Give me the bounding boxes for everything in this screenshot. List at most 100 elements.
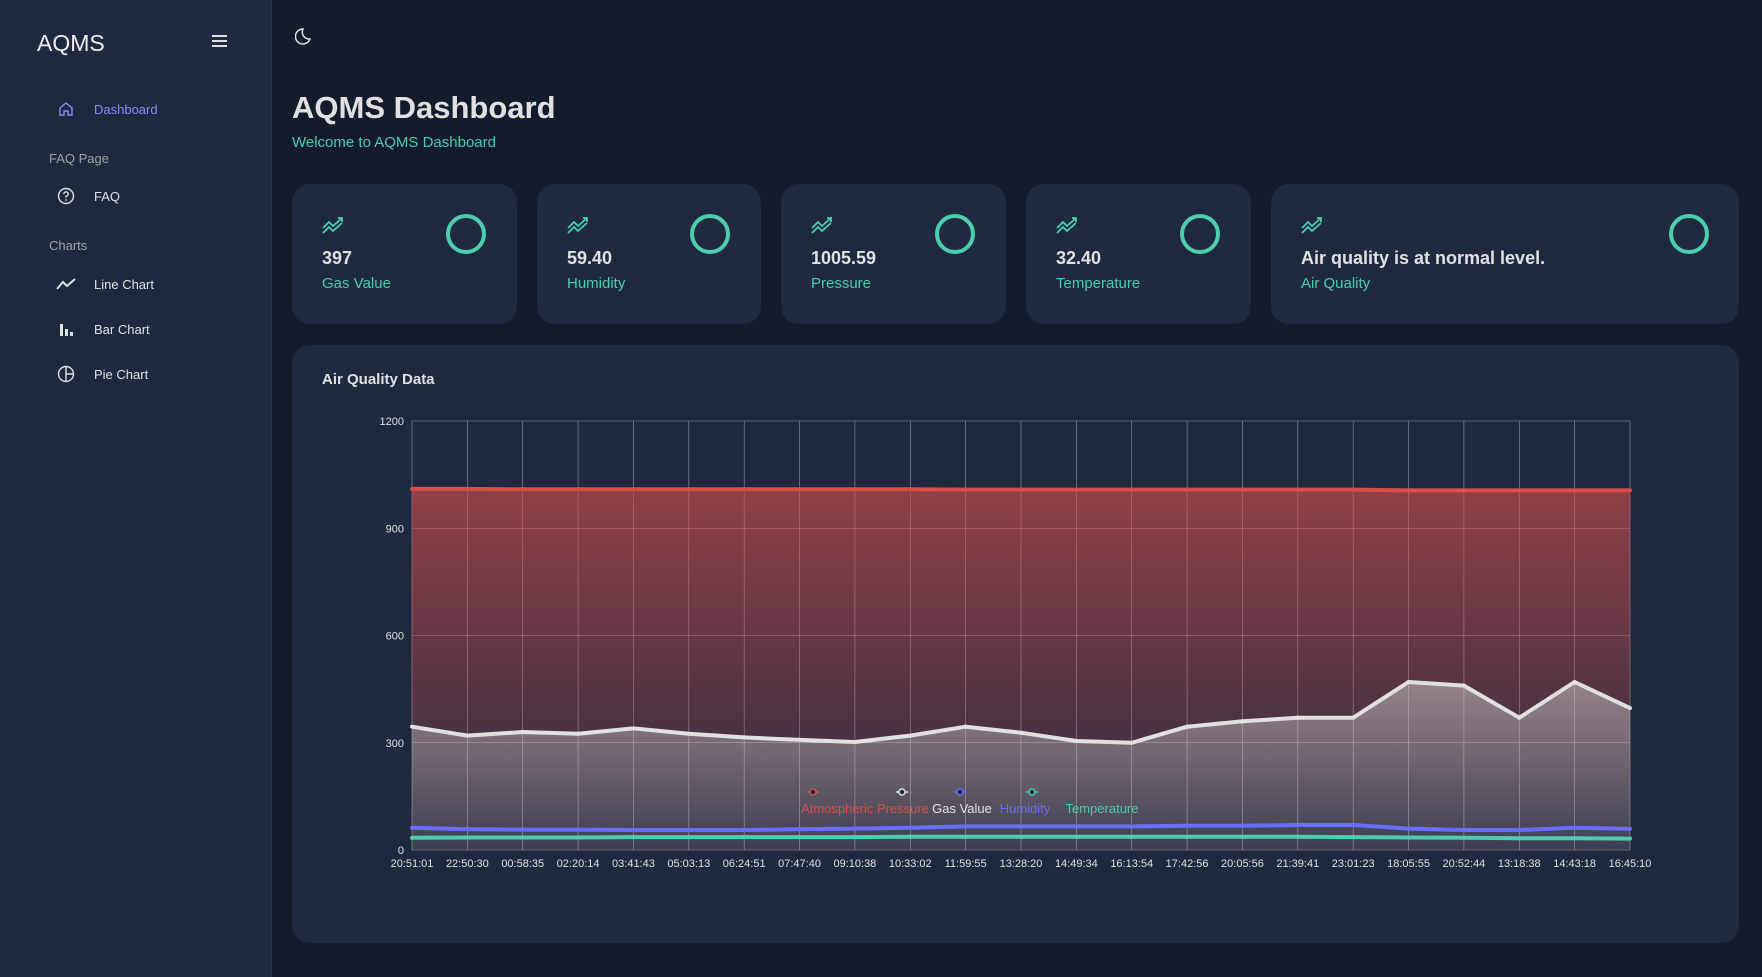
legend-marker: [956, 788, 964, 796]
progress-circle: [1669, 214, 1709, 254]
data-point: [742, 835, 747, 840]
data-point: [1351, 487, 1356, 492]
x-tick-label: 09:10:38: [833, 858, 876, 870]
data-point: [1517, 488, 1522, 493]
data-point: [1461, 488, 1466, 493]
trending-up-icon: [322, 217, 343, 234]
data-point: [1461, 683, 1466, 688]
x-tick-label: 23:01:23: [1332, 858, 1375, 870]
data-point: [908, 825, 913, 830]
data-point: [576, 731, 581, 736]
x-tick-label: 03:41:43: [612, 858, 655, 870]
page-title: AQMS Dashboard: [292, 90, 556, 125]
data-point: [1572, 825, 1577, 830]
data-point: [1240, 834, 1245, 839]
moon-icon[interactable]: [294, 25, 317, 47]
data-point: [1406, 679, 1411, 684]
data-point: [410, 724, 414, 729]
sidebar-item-label: Line Chart: [94, 276, 154, 292]
stat-value: 32.40: [1056, 248, 1102, 268]
progress-circle: [935, 214, 975, 254]
data-point: [520, 827, 525, 832]
data-point: [465, 733, 470, 738]
x-tick-label: 20:05:56: [1221, 858, 1264, 870]
stat-label: Gas Value: [322, 275, 391, 292]
home-icon: [56, 99, 76, 119]
data-point: [742, 735, 747, 740]
data-point: [520, 487, 525, 492]
data-point: [963, 724, 968, 729]
data-point: [1461, 835, 1466, 840]
sidebar-item-label: Dashboard: [94, 101, 158, 117]
y-tick-label: 0: [398, 845, 404, 857]
data-point: [1295, 834, 1300, 839]
page-subtitle: Welcome to AQMS Dashboard: [292, 134, 496, 151]
data-point: [1185, 487, 1190, 492]
brand-title: AQMS: [37, 30, 105, 56]
data-point: [908, 487, 913, 492]
data-point: [1185, 834, 1190, 839]
data-point: [576, 487, 581, 492]
legend-marker: [898, 788, 906, 796]
data-point: [1461, 827, 1466, 832]
sidebar-item-faq[interactable]: FAQ: [56, 182, 120, 210]
data-point: [1517, 836, 1522, 841]
x-tick-label: 17:42:56: [1166, 858, 1209, 870]
data-point: [1517, 827, 1522, 832]
stat-label: Temperature: [1056, 275, 1141, 292]
data-point: [410, 486, 414, 491]
x-tick-label: 20:51:01: [391, 858, 434, 870]
stat-value: 59.40: [567, 248, 613, 268]
sidebar-item-bar-chart[interactable]: Bar Chart: [56, 315, 150, 343]
pie-chart-icon: [56, 364, 76, 384]
data-point: [1185, 724, 1190, 729]
stat-label: Humidity: [567, 275, 626, 292]
y-tick-label: 1200: [380, 416, 404, 428]
data-point: [1351, 715, 1356, 720]
air-quality-chart: 0 300 600 900 1200 20:51:01 22:50:30 00:58:35 02…: [380, 416, 1652, 870]
x-tick-label: 13:28:20: [1000, 858, 1043, 870]
data-point: [1406, 835, 1411, 840]
y-tick-label: 300: [386, 738, 404, 750]
data-point: [686, 835, 691, 840]
data-point: [1628, 488, 1632, 493]
sidebar-item-line-chart[interactable]: Line Chart: [56, 270, 154, 298]
legend-label: Temperature: [1066, 801, 1139, 816]
data-point: [1129, 824, 1134, 829]
sidebar-section-faq: FAQ Page: [49, 151, 109, 166]
stat-card-temperature: 32.40 Temperature: [1026, 184, 1251, 324]
data-point: [1572, 836, 1577, 841]
y-tick-label: 900: [386, 523, 404, 535]
stat-card-air-quality: Air quality is at normal level. Air Qual…: [1271, 184, 1739, 324]
data-point: [631, 827, 636, 832]
data-point: [908, 733, 913, 738]
legend-label: Atmospheric Pressure: [801, 801, 929, 816]
data-point: [465, 835, 470, 840]
data-point: [1406, 488, 1411, 493]
data-point: [1129, 487, 1134, 492]
stat-value: 397: [322, 248, 353, 268]
sidebar-item-pie-chart[interactable]: Pie Chart: [56, 360, 148, 388]
data-point: [1019, 834, 1023, 839]
data-point: [908, 834, 913, 839]
data-point: [797, 835, 802, 840]
trending-up-icon: [1301, 217, 1322, 234]
trending-up-icon: [1056, 217, 1077, 234]
data-point: [686, 487, 691, 492]
data-point: [797, 487, 802, 492]
stat-card-pressure: 1005.59 Pressure: [781, 184, 1006, 324]
stat-label: Air Quality: [1301, 275, 1371, 292]
data-point: [1129, 834, 1134, 839]
data-point: [1351, 822, 1356, 827]
menu-toggle-button[interactable]: [204, 32, 234, 56]
trending-up-icon: [567, 217, 588, 234]
x-tick-label: 16:13:54: [1110, 858, 1153, 870]
x-tick-label: 07:47:40: [778, 858, 821, 870]
data-point: [686, 827, 691, 832]
data-point: [1019, 730, 1023, 735]
data-point: [1572, 488, 1577, 493]
sidebar-item-dashboard[interactable]: Dashboard: [56, 95, 158, 123]
legend-marker: [1028, 788, 1036, 796]
data-point: [1572, 679, 1577, 684]
data-point: [1240, 719, 1245, 724]
